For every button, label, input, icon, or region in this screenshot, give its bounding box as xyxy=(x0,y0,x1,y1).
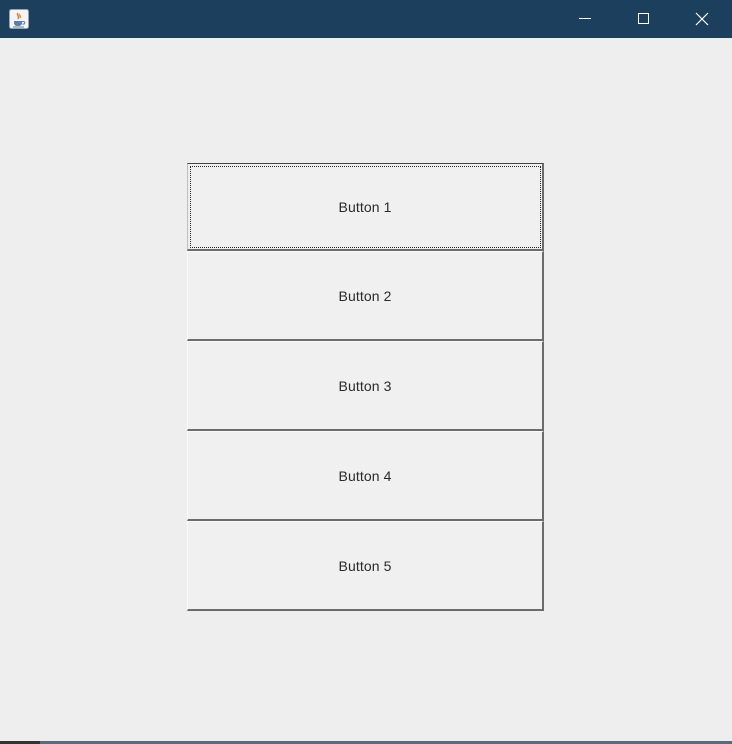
button-1[interactable]: Button 1 xyxy=(187,163,544,251)
button-2[interactable]: Button 2 xyxy=(187,251,544,341)
button-5-label: Button 5 xyxy=(338,557,392,574)
maximize-button[interactable] xyxy=(614,0,672,38)
button-panel: Button 1 Button 2 Button 3 Button 4 Butt… xyxy=(187,163,544,611)
button-2-label: Button 2 xyxy=(338,287,392,304)
close-icon xyxy=(695,12,709,26)
minimize-button[interactable] xyxy=(556,0,614,38)
button-4-label: Button 4 xyxy=(338,467,392,484)
button-4[interactable]: Button 4 xyxy=(187,431,544,521)
button-3[interactable]: Button 3 xyxy=(187,341,544,431)
maximize-icon xyxy=(638,13,649,24)
title-bar[interactable] xyxy=(0,0,732,38)
button-1-label: Button 1 xyxy=(338,198,392,215)
minimize-icon xyxy=(579,18,591,19)
close-button[interactable] xyxy=(673,0,731,38)
java-coffee-icon[interactable] xyxy=(9,9,29,29)
button-3-label: Button 3 xyxy=(338,377,392,394)
button-5[interactable]: Button 5 xyxy=(187,521,544,611)
